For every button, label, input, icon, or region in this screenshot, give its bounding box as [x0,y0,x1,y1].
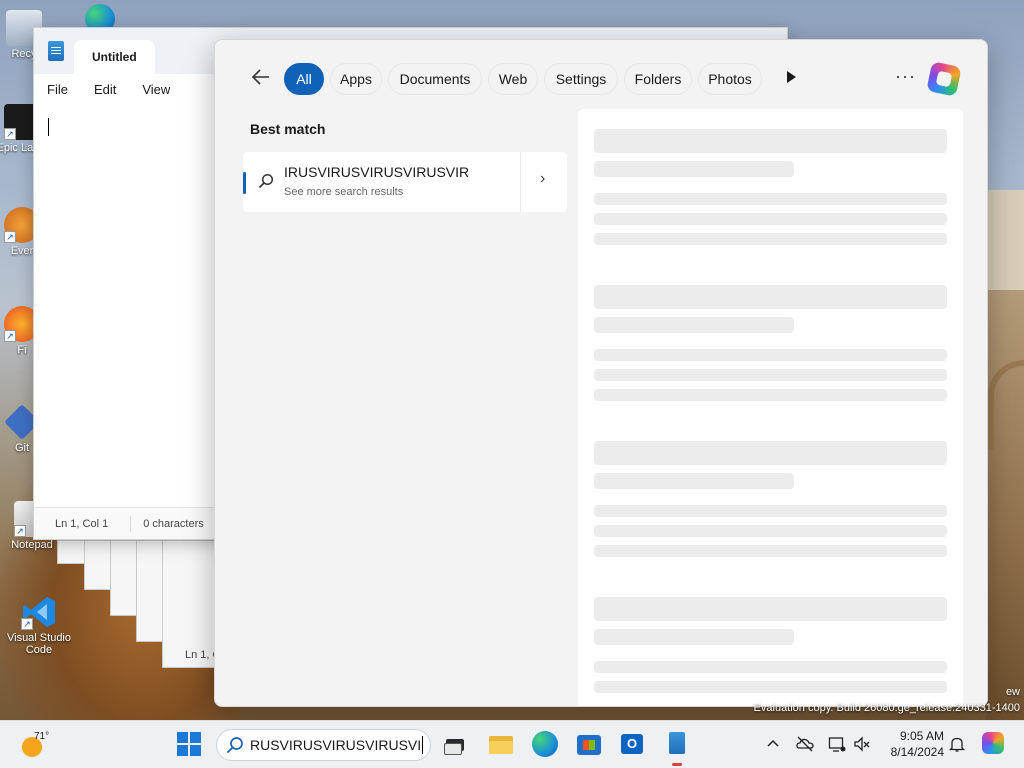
result-divider [520,152,521,212]
notepad-tab[interactable]: Untitled [74,40,155,74]
clock-date: 8/14/2024 [890,745,944,759]
notification-bell-icon[interactable] [948,735,966,753]
edge-logo [532,731,558,757]
text-caret [422,736,423,754]
shortcut-arrow-icon: ↗ [21,618,33,630]
menu-view[interactable]: View [142,78,183,101]
notepad-tab-title: Untitled [92,50,137,64]
watermark-line-1: ew [1005,686,1020,698]
edge-icon[interactable] [530,729,560,759]
menu-file[interactable]: File [47,78,81,101]
windows-logo-pane [190,745,201,756]
skeleton-line [594,597,947,621]
onedrive-offline-icon[interactable] [796,735,814,753]
folder-front [489,741,513,754]
taskbar: 71° RUSVIRUSVIRUSVIRUSVIRU O [0,720,1024,768]
filter-apps[interactable]: Apps [330,63,382,95]
skeleton-line [594,545,947,557]
weather-temperature: 71° [34,731,50,742]
stacked-window[interactable]: Ln 1, C [162,540,222,668]
copilot-taskbar-icon[interactable] [982,732,1004,754]
back-arrow-icon[interactable] [251,67,273,89]
skeleton-line [594,681,947,693]
notepad-app-icon [48,41,64,61]
filter-folders[interactable]: Folders [624,63,692,95]
more-filters-play-icon[interactable] [787,71,796,83]
selection-indicator [243,172,246,194]
skeleton-line [594,525,947,537]
store-logo [583,740,595,750]
filter-photos[interactable]: Photos [698,63,762,95]
clock-time: 9:05 AM [899,729,944,743]
chevron-right-icon[interactable]: › [540,170,545,188]
best-match-subtitle: See more search results [284,186,404,198]
shortcut-arrow-icon: ↗ [4,128,16,140]
skeleton-line [594,369,947,381]
desktop-icon-vscode[interactable]: ↗ Visual Studio Code [3,594,75,656]
text-cursor [48,118,49,136]
skeleton-line [594,233,947,245]
skeleton-line [594,629,794,645]
skeleton-line [594,161,794,177]
skeleton-line [594,285,947,309]
cursor-position: Ln 1, Col 1 [55,517,109,530]
skeleton-line [594,349,947,361]
skeleton-line [594,213,947,225]
windows-logo-pane [190,732,201,743]
notepad-logo [669,732,685,754]
search-icon [258,173,274,189]
skeleton-line [594,193,947,205]
filter-all[interactable]: All [284,63,324,95]
microsoft-store-icon[interactable] [574,729,604,759]
menu-edit[interactable]: Edit [94,78,129,101]
shortcut-arrow-icon: ↗ [4,330,16,342]
network-icon[interactable] [828,735,846,753]
windows-logo-icon [177,732,188,743]
filter-web[interactable]: Web [488,63,538,95]
skeleton-line [594,661,947,673]
best-match-title: IRUSVIRUSVIRUSVIRUSVIR [284,164,470,180]
chevron-up-icon[interactable] [764,735,782,753]
search-panel[interactable]: All Apps Documents Web Settings Folders … [214,39,988,707]
best-match-heading: Best match [250,121,326,137]
outlook-logo: O [621,734,643,754]
search-input[interactable]: RUSVIRUSVIRUSVIRUSVIRU [250,737,422,753]
filter-documents[interactable]: Documents [388,63,482,95]
desktop-icon-label: Visual Studio Code [6,632,71,656]
taskbar-search-box[interactable]: RUSVIRUSVIRUSVIRUSVIRU [216,729,431,761]
wallpaper-gorge [986,290,1024,720]
character-count: 0 characters [143,517,204,530]
task-view-front [444,743,462,755]
outlook-icon[interactable]: O [618,729,648,759]
stacked-window[interactable] [57,540,87,564]
wallpaper-building [986,190,1024,290]
task-view-icon[interactable] [440,729,470,759]
skeleton-line [594,129,947,153]
watermark-line-2: Evaluation copy. Build 26080.ge_release.… [753,702,1020,714]
skeleton-line [594,441,947,465]
skeleton-line [594,473,794,489]
running-indicator [672,763,682,766]
skeleton-line [594,505,947,517]
status-divider [130,515,132,532]
copilot-icon[interactable] [926,61,962,97]
system-clock[interactable]: 9:05 AM 8/14/2024 [880,728,944,760]
skeleton-line [594,389,947,401]
windows-logo-pane [177,745,188,756]
more-options-icon[interactable]: ··· [895,66,916,87]
search-icon [226,736,244,754]
shortcut-arrow-icon: ↗ [14,525,26,537]
preview-pane-loading [578,109,963,706]
best-match-result[interactable]: IRUSVIRUSVIRUSVIRUSVIR See more search r… [243,152,567,212]
skeleton-line [594,317,794,333]
start-button[interactable] [174,729,204,759]
weather-widget[interactable]: 71° [18,731,68,761]
volume-muted-icon[interactable] [853,735,871,753]
shortcut-arrow-icon: ↗ [4,231,16,243]
vscode-icon: ↗ [21,594,57,630]
filter-settings[interactable]: Settings [544,63,618,95]
notepad-taskbar-icon[interactable] [662,729,692,766]
file-explorer-icon[interactable] [486,729,516,759]
